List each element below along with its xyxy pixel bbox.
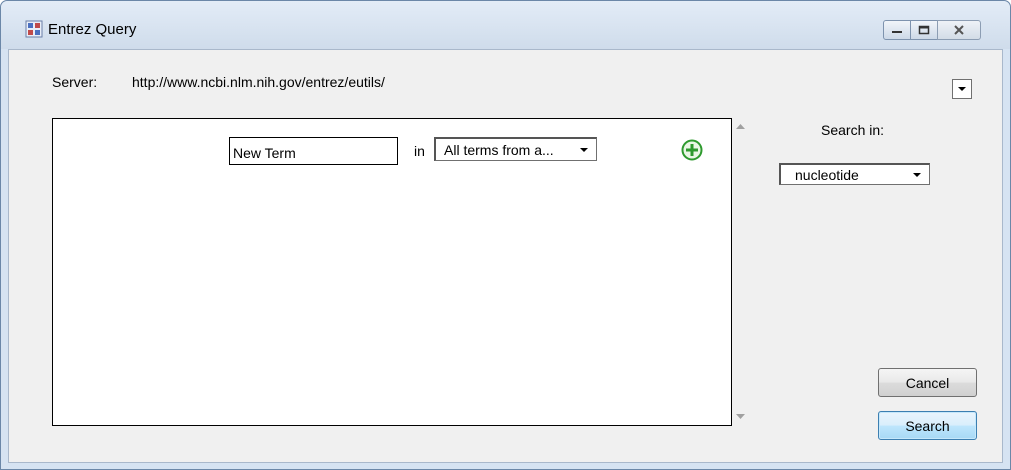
in-label: in [414,143,425,159]
database-select[interactable]: nucleotide [779,163,930,185]
query-scrollbar[interactable] [732,118,750,426]
title-bar[interactable]: Entrez Query [1,1,1010,49]
scroll-up-icon [736,124,745,129]
server-label: Server: [52,74,98,90]
search-button[interactable]: Search [878,411,977,440]
plus-circle-icon[interactable] [681,139,703,161]
database-select-value: nucleotide [795,167,859,183]
server-dropdown-button[interactable] [952,79,972,99]
chevron-down-icon [958,86,966,91]
chevron-down-icon[interactable] [909,167,925,183]
app-window: Entrez Query Server: http://www.ncbi.nlm… [0,0,1011,470]
window-controls [883,20,981,40]
dialog-body: Server: http://www.ncbi.nlm.nih.gov/entr… [8,49,1003,463]
entrez-app-icon [25,20,43,38]
maximize-icon[interactable] [910,20,938,40]
close-icon[interactable] [937,20,981,40]
field-select[interactable]: All terms from a... [434,137,597,161]
field-select-value: All terms from a... [444,142,554,158]
query-builder-panel: in All terms from a... [52,118,732,426]
scroll-down-icon [736,414,745,419]
window-title: Entrez Query [48,21,137,38]
chevron-down-icon[interactable] [576,142,592,158]
cancel-button[interactable]: Cancel [878,368,977,397]
term-input[interactable] [229,137,398,165]
search-in-label: Search in: [821,122,885,138]
minimize-icon[interactable] [883,20,911,40]
server-url: http://www.ncbi.nlm.nih.gov/entrez/eutil… [132,74,385,90]
